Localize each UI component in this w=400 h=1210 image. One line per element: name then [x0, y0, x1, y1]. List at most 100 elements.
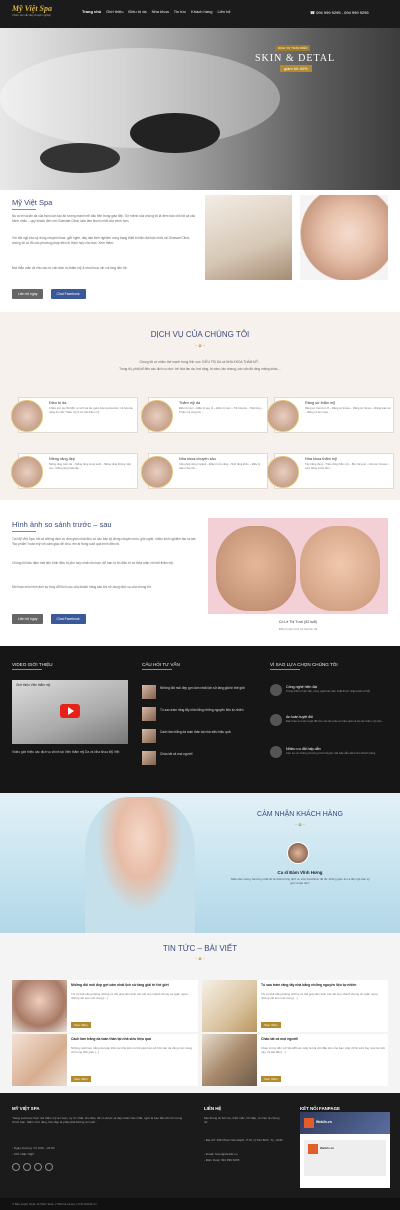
news-thumbnail [202, 980, 257, 1032]
news-card-title[interactable]: Chào tất cả mọi người! [261, 1037, 386, 1041]
read-more-button[interactable]: Xem thêm [261, 1022, 281, 1028]
service-dental-icon [141, 456, 173, 488]
news-card-desc: Chào mừng đến với WordPress. Đây là bài … [261, 1046, 385, 1054]
news-thumbnail [12, 1034, 67, 1086]
footer-hours: - Ngày thường: Từ 9:00 – 22:00 [12, 1146, 55, 1150]
after-face [300, 526, 380, 611]
qa-thumbnail [142, 729, 156, 743]
footer-hotline[interactable]: - Điện thoại: 094 999 9295 [204, 1158, 284, 1162]
title-underline [12, 209, 36, 210]
youtube-icon[interactable] [23, 1163, 32, 1171]
qa-item-title: Cách làm trắng da toàn thân tại nhà siêu… [160, 730, 231, 734]
video-player[interactable]: Giới thiệu Viện thẩm mỹ [12, 680, 128, 744]
safety-icon [270, 714, 282, 726]
news-thumbnail [12, 980, 67, 1032]
hero-discount: giảm tới 40% [280, 65, 312, 72]
fanpage-post-name: Web2s.vn [320, 1146, 334, 1150]
contact-now-button[interactable]: Liên hệ ngay [12, 289, 44, 299]
services-title: DỊCH VỤ CỦA CHÚNG TÔI [150, 330, 250, 339]
before-after-title: Hình ảnh so sánh trước – sau [12, 520, 112, 529]
news-title: TIN TỨC – BÀI VIẾT [162, 944, 238, 953]
testimonial-model-image [85, 797, 195, 933]
header-phone[interactable]: ☎ 094 999 9295 - 094 999 9295 [310, 10, 369, 15]
services-intro: Chúng tôi có nhiều thế mạnh trong lĩnh v… [139, 360, 261, 364]
news-card-title[interactable]: Tú sao trám răng tẩy nhà bằng những nguy… [261, 983, 386, 987]
hero-stone [130, 113, 220, 153]
gift-icon [270, 746, 282, 758]
news-card[interactable]: Cách làm trắng da toàn thân tại nhà siêu… [12, 1034, 198, 1086]
nav-item-news[interactable]: Tin tức [174, 9, 186, 14]
news-card[interactable]: Những đôi môi đẹp gợi cảm nhất lịch sử l… [12, 980, 198, 1032]
service-card[interactable]: Nha khoa chuyên sâu Cấy ghép răng Implan… [141, 453, 268, 489]
qa-item[interactable]: Cách làm trắng da toàn thân tại nhà siêu… [142, 729, 257, 745]
news-card-title[interactable]: Cách làm trắng da toàn thân tại nhà siêu… [71, 1037, 196, 1041]
news-thumbnail [202, 1034, 257, 1086]
service-card[interactable]: Thẩm mỹ da Điều trị mụn – Điều trị sẹo r… [141, 397, 268, 433]
footer-hours: - Chủ nhật: Nghỉ [12, 1152, 34, 1156]
rss-icon[interactable] [45, 1163, 54, 1171]
chat-facebook-button[interactable]: Chat Facebook [50, 289, 86, 299]
about-paragraph: Với đội ngũ bác sỹ dùng chuyên khoa, giỏ… [12, 236, 191, 245]
about-paragraph: Nụ cười và làn da của bạn luôn tạo ấn tư… [12, 214, 196, 223]
mail-icon[interactable] [34, 1163, 43, 1171]
service-skin-icon [11, 400, 43, 432]
service-desc: Răng sứ Cercon HT – Răng sứ Emax – Răng … [305, 407, 391, 414]
before-face [216, 526, 296, 611]
nav-item-dental[interactable]: Nha khoa [152, 9, 169, 14]
nav-item-home[interactable]: Trang chủ [82, 9, 101, 14]
footer-title: KẾT NỐI FANPAGE [300, 1106, 340, 1111]
logo-subtitle: Chăm sóc sắc đẹp chuyên nghiệp [12, 14, 52, 17]
video-caption: Giới thiệu Viện thẩm mỹ [16, 683, 51, 687]
service-title: Răng sứ thẩm mỹ [305, 401, 336, 405]
service-title: Nha khoa thẩm mỹ [305, 457, 337, 461]
contact-now-button[interactable]: Liên hệ ngay [12, 614, 44, 624]
customer-name: Ca sĩ Đàm Vĩnh Hưng [277, 870, 323, 875]
service-card[interactable]: Răng sứ thẩm mỹ Răng sứ Cercon HT – Răng… [267, 397, 394, 433]
before-after-paragraph: Mời bạn xem hình ảnh sự thay đổi tích cự… [12, 585, 152, 589]
news-card[interactable]: Chào tất cả mọi người! Chào mừng đến với… [202, 1034, 388, 1086]
before-after-image [208, 518, 388, 614]
nav-item-about[interactable]: Giới thiệu [106, 9, 123, 14]
qa-item[interactable]: Những đôi môi đẹp gợi cảm nhất lịch sử l… [142, 685, 257, 701]
before-after-caption-sub: Điều trị liệu trình trẻ hóa làn da [278, 627, 318, 631]
logo[interactable]: Mỹ Việt Spa Chăm sóc sắc đẹp chuyên nghi… [12, 4, 72, 24]
why-title: VÌ SAO LỰA CHỌN CHÚNG TÔI [270, 662, 338, 667]
why-item: An toàn tuyệt đối Đảm bảo an toàn tuyệt … [270, 714, 388, 736]
why-block: VÌ SAO LỰA CHỌN CHÚNG TÔI [270, 662, 338, 670]
news-card[interactable]: Tú sao trám răng tẩy nhà bằng những nguy… [202, 980, 388, 1032]
hero-stone [40, 143, 120, 173]
news-card-title[interactable]: Những đôi môi đẹp gợi cảm nhất lịch sử l… [71, 983, 196, 987]
chat-facebook-button[interactable]: Chat Facebook [50, 614, 86, 624]
service-card[interactable]: Điều trị da Chăm sóc da, Bổ Mũi, tự sinh… [11, 397, 138, 433]
ornament-divider: ~ ✿ ~ [194, 956, 206, 961]
footer-email[interactable]: - Email: hotro@web2s.vn [204, 1152, 284, 1156]
service-smile-icon [267, 456, 299, 488]
about-buttons: Liên hệ ngay Chat Facebook [12, 289, 86, 299]
facebook-page-widget[interactable]: Web2s.vn Web2s.vn [300, 1112, 390, 1188]
service-card[interactable]: Nha khoa thẩm mỹ Tẩy trắng răng – Trám r… [267, 453, 394, 489]
facebook-icon[interactable] [12, 1163, 20, 1171]
why-item-title: Nhiều ưu đãi hấp dẫn [286, 747, 321, 751]
qa-item[interactable]: Tú sao trám răng tẩy nhà bằng những nguy… [142, 707, 257, 723]
service-desc: Niềng răng mắc cài – Niềng răng trong su… [49, 463, 132, 470]
services-intro: Trong đó, phải kể đến các dịch vụ như: t… [119, 367, 281, 371]
before-after-paragraph: Tại Mỹ Việt Spa, tất cả những dịch vụ đơ… [12, 537, 196, 546]
about-title: Mỹ Việt Spa [12, 198, 53, 207]
before-after-paragraph: Chúng tôi bảo đảm một liệu trình điều tr… [12, 561, 174, 565]
read-more-button[interactable]: Xem thêm [261, 1076, 281, 1082]
why-item-title: An toàn tuyệt đối [286, 715, 313, 719]
read-more-button[interactable]: Xem thêm [71, 1022, 91, 1028]
nav-item-customers[interactable]: Khách hàng [191, 9, 212, 14]
service-desc: Tẩy trắng răng – Trám răng thẩm mỹ – Bọc… [305, 463, 390, 470]
video-block: VIDEO GIỚI THIỆU [12, 662, 53, 670]
fanpage-name[interactable]: Web2s.vn [316, 1120, 332, 1124]
nav-item-contact[interactable]: Liên hệ [217, 9, 230, 14]
service-card[interactable]: Niềng răng đẹp Niềng răng mắc cài – Niền… [11, 453, 138, 489]
why-item-desc: Liên tục có những chương trình khuyến mã… [286, 752, 376, 755]
service-desc: Điều trị mụn – Điều trị sẹo rỗ – Điều tr… [179, 407, 263, 414]
qa-item[interactable]: Chào tất cả mọi người! [142, 751, 257, 767]
nav-item-skin[interactable]: Điều trị da [128, 9, 146, 14]
read-more-button[interactable]: Xem thêm [71, 1076, 91, 1082]
service-desc: Chăm sóc da, Bổ Mũi, tự sinh da da, giảm… [49, 407, 134, 414]
spa-room-image [205, 195, 292, 280]
